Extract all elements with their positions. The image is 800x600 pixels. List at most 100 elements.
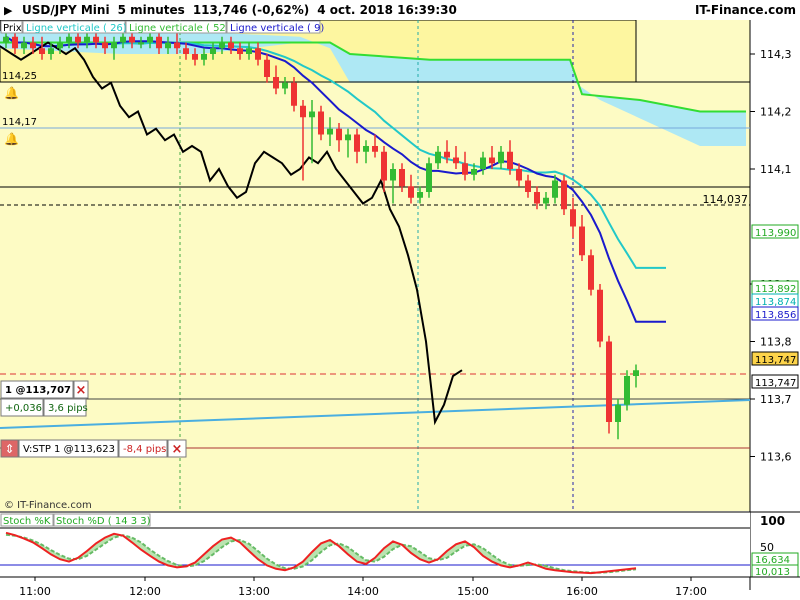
candle-body bbox=[246, 48, 252, 54]
y-tick-label: 113,8 bbox=[760, 336, 792, 349]
y-tick-label: 113,7 bbox=[760, 393, 792, 406]
candle-body bbox=[453, 157, 459, 164]
stop-label: V:STP 1 @113,623 bbox=[23, 444, 115, 455]
stoch-tag-label: 16,634 bbox=[755, 555, 790, 566]
dashed-level-label: 114,037 bbox=[703, 193, 749, 206]
candle-body bbox=[552, 180, 558, 198]
candle-body bbox=[93, 36, 99, 43]
stoch-tag-label: 10,013 bbox=[755, 567, 790, 578]
x-tick-label: 13:00 bbox=[238, 585, 270, 598]
candle-body bbox=[390, 169, 396, 181]
y-tick-label: 113,6 bbox=[760, 451, 792, 464]
x-tick-label: 15:00 bbox=[457, 585, 489, 598]
candle-body bbox=[516, 169, 522, 181]
candle-body bbox=[48, 48, 54, 54]
plot-background bbox=[0, 20, 750, 511]
candle-body bbox=[39, 48, 45, 54]
candle-body bbox=[525, 180, 531, 192]
candle-body bbox=[507, 151, 513, 169]
candle-body bbox=[570, 209, 576, 227]
candle-body bbox=[534, 192, 540, 204]
price-tag-label: 113,892 bbox=[755, 284, 796, 295]
candle-body bbox=[57, 42, 63, 49]
candle-body bbox=[66, 36, 72, 43]
candle-body bbox=[588, 255, 594, 290]
price-tag-label: 113,874 bbox=[755, 297, 796, 308]
stoch-legend-k: Stoch %K bbox=[3, 516, 51, 527]
candle-body bbox=[480, 157, 486, 169]
candle-body bbox=[228, 42, 234, 49]
position-pips: 3,6 pips bbox=[48, 403, 88, 414]
price-chart[interactable]: 114,3114,2114,1113,9113,8113,7113,6 113,… bbox=[0, 0, 800, 600]
candle-body bbox=[417, 192, 423, 198]
candle-body bbox=[336, 128, 342, 141]
candle-body bbox=[12, 36, 18, 49]
candle-body bbox=[291, 82, 297, 106]
stoch-axis: 100 5016,63410,013 bbox=[751, 514, 799, 578]
candle-body bbox=[363, 146, 369, 152]
candle-body bbox=[615, 404, 621, 422]
alert-label-lower: 114,17 bbox=[2, 117, 37, 128]
candle-body bbox=[498, 151, 504, 164]
y-tick-label: 114,2 bbox=[760, 106, 792, 119]
candle-body bbox=[543, 197, 549, 204]
candle-body bbox=[201, 54, 207, 60]
candle-body bbox=[444, 151, 450, 158]
stoch-tick-label: 50 bbox=[760, 541, 774, 554]
candle-body bbox=[273, 77, 279, 89]
candle-body bbox=[237, 48, 243, 54]
candle-body bbox=[579, 226, 585, 256]
legend-line26: Ligne verticale ( 26) bbox=[26, 23, 127, 34]
candle-body bbox=[75, 36, 81, 43]
candle-body bbox=[372, 146, 378, 152]
stoch-tick-label: 100 bbox=[760, 514, 785, 528]
candle-body bbox=[318, 111, 324, 135]
watermark: © IT-Finance.com bbox=[4, 500, 92, 511]
alert-label-upper: 114,25 bbox=[2, 71, 37, 82]
candle-body bbox=[624, 376, 630, 405]
bell-icon-lower[interactable]: 🔔 bbox=[4, 132, 19, 146]
candle-body bbox=[165, 42, 171, 49]
candle-body bbox=[210, 48, 216, 54]
candle-body bbox=[129, 36, 135, 43]
candle-body bbox=[354, 134, 360, 152]
stoch-legend-d: Stoch %D ( 14 3 3) bbox=[56, 516, 151, 527]
y-tick-label: 114,3 bbox=[760, 48, 792, 61]
position-gain: +0,036 bbox=[5, 403, 42, 414]
candle-body bbox=[3, 36, 9, 43]
x-tick-label: 11:00 bbox=[19, 585, 51, 598]
legend-line52: Ligne verticale ( 52) bbox=[129, 23, 230, 34]
price-tag-label: 113,747 bbox=[755, 355, 796, 366]
candle-body bbox=[183, 48, 189, 54]
header-title: USD/JPY Mini 5 minutes 113,746 (-0,62%) 4 o… bbox=[22, 3, 457, 17]
price-tag-label: 113,856 bbox=[755, 310, 796, 321]
candle-body bbox=[219, 42, 225, 49]
candle-body bbox=[462, 163, 468, 175]
candle-body bbox=[102, 42, 108, 49]
candle-body bbox=[426, 163, 432, 192]
candle-body bbox=[111, 42, 117, 49]
right-axis-background bbox=[750, 20, 800, 511]
y-tick-label: 114,1 bbox=[760, 163, 792, 176]
legend-line9: Ligne verticale ( 9) bbox=[230, 23, 324, 34]
candle-body bbox=[561, 180, 567, 210]
x-axis: 11:00 12:00 13:00 14:00 15:00 16:00 17:00 bbox=[19, 577, 707, 598]
candle-body bbox=[597, 289, 603, 342]
candle-body bbox=[381, 151, 387, 181]
x-tick-label: 14:00 bbox=[347, 585, 379, 598]
candle-body bbox=[30, 42, 36, 49]
candle-body bbox=[633, 370, 639, 376]
bell-icon-upper[interactable]: 🔔 bbox=[4, 86, 19, 100]
candle-body bbox=[174, 42, 180, 49]
stop-close-icon: × bbox=[172, 442, 183, 457]
menu-arrow-icon[interactable]: ▶ bbox=[4, 4, 13, 17]
candle-body bbox=[21, 42, 27, 49]
candle-body bbox=[156, 36, 162, 49]
candle-body bbox=[264, 59, 270, 77]
candle-body bbox=[309, 111, 315, 118]
legend-price: Prix bbox=[3, 23, 22, 34]
price-tag-label: 113,747 bbox=[755, 378, 796, 389]
candle-body bbox=[120, 36, 126, 43]
x-tick-label: 17:00 bbox=[675, 585, 707, 598]
candle-body bbox=[138, 42, 144, 45]
